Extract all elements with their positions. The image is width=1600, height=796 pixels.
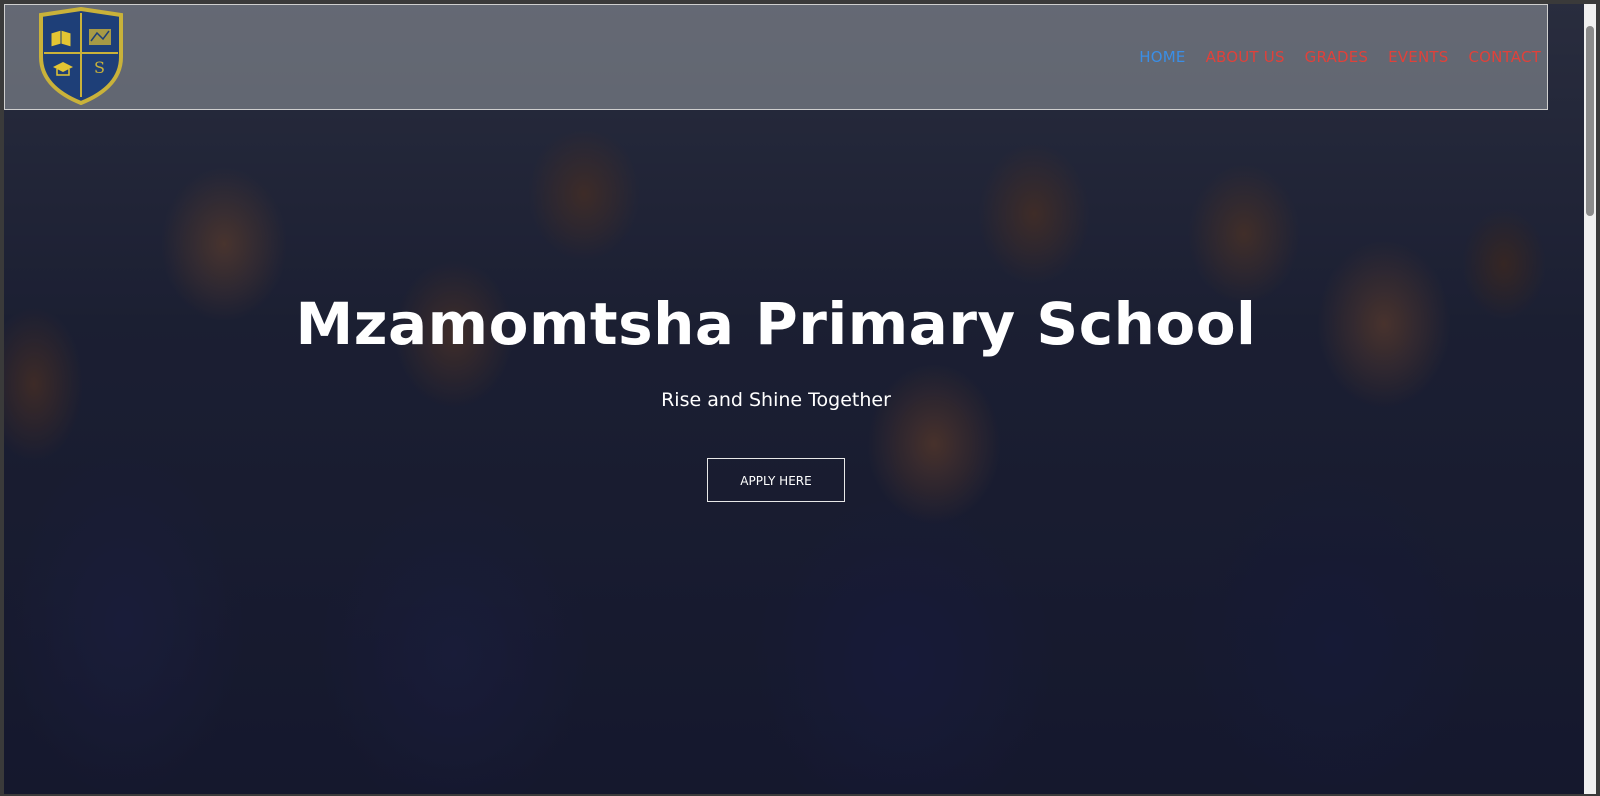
nav-events-link[interactable]: EVENTS xyxy=(1388,48,1448,66)
nav-contact-link[interactable]: CONTACT xyxy=(1468,48,1541,66)
page-scrollbar[interactable] xyxy=(1584,4,1596,794)
nav-grades-link[interactable]: GRADES xyxy=(1305,48,1368,66)
hero-content: Mzamomtsha Primary School Rise and Shine… xyxy=(4,284,1548,502)
nav-home-link[interactable]: HOME xyxy=(1139,48,1185,66)
scrollbar-thumb[interactable] xyxy=(1586,26,1594,216)
school-crest-icon[interactable]: S xyxy=(35,6,127,106)
hero-subtitle: Rise and Shine Together xyxy=(661,389,891,411)
nav-about-us-link[interactable]: ABOUT US xyxy=(1206,48,1285,66)
main-navigation: HOME ABOUT US GRADES EVENTS CONTACT xyxy=(1139,48,1541,66)
hero-title: Mzamomtsha Primary School xyxy=(295,290,1257,358)
apply-here-button[interactable]: APPLY HERE xyxy=(707,458,845,502)
crest-letter: S xyxy=(94,58,105,77)
browser-viewport: S HOME ABOUT US GRADES EVENTS CONTACT Mz… xyxy=(4,4,1596,794)
top-navbar: S HOME ABOUT US GRADES EVENTS CONTACT xyxy=(4,4,1548,110)
